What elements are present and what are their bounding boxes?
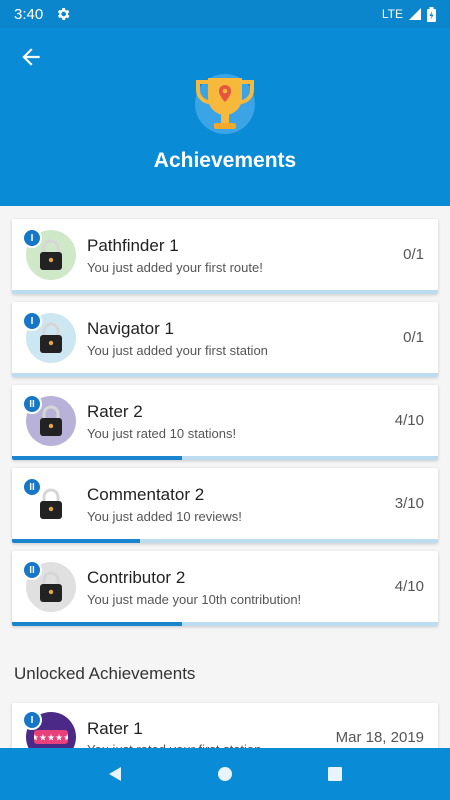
level-badge: I (22, 228, 42, 248)
level-badge: I (22, 710, 42, 730)
achievement-description: You just added 10 reviews! (87, 509, 242, 524)
level-badge: II (22, 477, 42, 497)
achievement-card[interactable]: II Commentator 2 You just added 10 reviews… (12, 468, 438, 543)
progress-bar (12, 539, 438, 543)
achievement-name: Rater 2 (87, 402, 143, 421)
achievement-name: Commentator 2 (87, 485, 205, 504)
achievement-progress: 4/10 (394, 412, 424, 429)
achievement-description: You just added your first route! (87, 260, 263, 275)
square-recents-icon (328, 767, 342, 781)
achievement-description: You just rated 10 stations! (87, 426, 237, 441)
achievement-name: Navigator 1 (87, 319, 174, 338)
nav-back-button[interactable] (95, 754, 135, 794)
lock-icon (40, 488, 62, 519)
network-label: LTE (381, 7, 403, 21)
progress-fill (12, 456, 183, 460)
progress-bar (12, 290, 438, 294)
section-title-unlocked: Unlocked Achievements (14, 664, 196, 683)
achievement-name: Pathfinder 1 (87, 236, 179, 255)
achievement-progress: 3/10 (394, 495, 424, 512)
achievement-progress: 4/10 (394, 578, 424, 595)
achievement-progress: 0/1 (403, 329, 424, 346)
circle-home-icon (218, 767, 232, 781)
achievement-badge: II (22, 560, 76, 612)
achievement-badge: I (22, 311, 76, 363)
progress-bar (12, 373, 438, 377)
status-bar: 3:40 LTE (0, 0, 450, 28)
achievement-card[interactable]: II Rater 2 You just rated 10 stations! 4/10 (12, 385, 438, 460)
achievement-description: You just added your first station (87, 343, 268, 358)
progress-bar (12, 456, 438, 460)
nav-recents-button[interactable] (315, 754, 355, 794)
system-nav-bar (0, 748, 450, 800)
signal-icon (409, 8, 421, 20)
achievement-card[interactable]: I Pathfinder 1 You just added your first r… (12, 219, 438, 294)
trophy-icon (195, 74, 255, 134)
nav-home-button[interactable] (205, 754, 245, 794)
achievement-name: Contributor 2 (87, 568, 186, 587)
progress-fill (12, 539, 140, 543)
level-badge: I (22, 311, 42, 331)
achievement-date: Mar 18, 2019 (335, 729, 424, 746)
achievement-badge: I (22, 228, 76, 280)
lock-icon (40, 405, 62, 436)
page-title: Achievements (153, 149, 297, 172)
achievement-name: Rater 1 (87, 719, 143, 738)
achievement-card[interactable]: I Navigator 1 You just added your first st… (12, 302, 438, 377)
achievement-progress: 0/1 (403, 246, 424, 263)
gear-icon (58, 8, 70, 20)
lock-icon (40, 322, 62, 353)
achievement-badge: II (22, 394, 76, 446)
battery-icon (427, 6, 436, 22)
level-badge: II (22, 394, 42, 414)
achievement-badge: II (22, 477, 76, 529)
back-arrow-icon[interactable] (18, 44, 44, 70)
progress-fill (12, 622, 183, 626)
triangle-back-icon (109, 767, 121, 781)
level-badge: II (22, 560, 42, 580)
status-time: 3:40 (14, 5, 44, 23)
lock-icon (40, 239, 62, 270)
svg-text:★★★★★: ★★★★★ (34, 734, 68, 744)
header: Achievements (0, 28, 450, 206)
lock-icon (40, 571, 62, 602)
progress-bar (12, 622, 438, 626)
achievement-list: I Pathfinder 1 You just added your first r… (12, 219, 438, 634)
achievement-description: You just made your 10th contribution! (87, 592, 302, 607)
achievement-card[interactable]: II Contributor 2 You just made your 10th c… (12, 551, 438, 626)
